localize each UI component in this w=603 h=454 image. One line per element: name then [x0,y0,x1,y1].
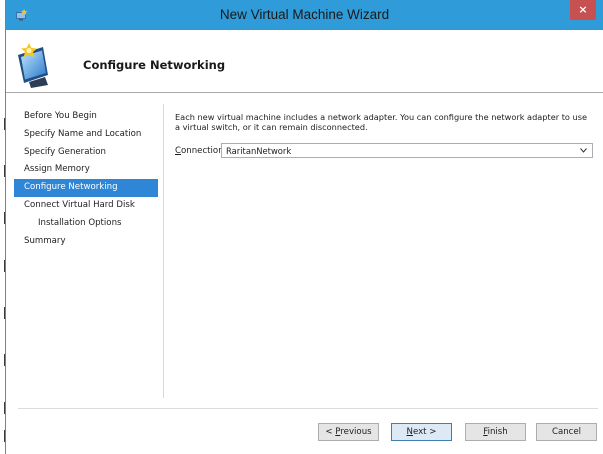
connection-select[interactable]: RaritanNetwork [221,143,593,158]
connection-row: Connection: RaritanNetwork [175,143,593,160]
connection-label: Connection: [175,146,227,156]
chevron-down-icon [580,148,587,153]
wizard-steps-nav: Before You Begin Specify Name and Locati… [14,108,158,250]
window-title: New Virtual Machine Wizard [219,7,390,22]
networking-description: Each new virtual machine includes a netw… [175,112,588,132]
finish-button[interactable]: Finish [465,423,526,441]
close-icon: × [578,3,588,16]
previous-button[interactable]: < Previous [318,423,379,441]
nav-item-specify-generation[interactable]: Specify Generation [14,144,158,162]
wizard-window: New Virtual Machine Wizard × Configure N… [5,0,603,454]
page-title: Configure Networking [83,58,226,72]
finish-label: inish [487,427,508,437]
nav-item-connect-virtual-hard-disk[interactable]: Connect Virtual Hard Disk [14,197,158,215]
wizard-header: Configure Networking [6,30,603,93]
nav-item-before-you-begin[interactable]: Before You Begin [14,108,158,126]
connection-label-text: onnection: [181,146,227,156]
connection-selected-value: RaritanNetwork [226,146,292,156]
cancel-button[interactable]: Cancel [536,423,597,441]
next-label: ext > [412,427,437,437]
networking-panel: Each new virtual machine includes a netw… [175,112,593,158]
next-button[interactable]: Next > [391,423,452,441]
nav-item-summary[interactable]: Summary [14,233,158,251]
nav-item-installation-options[interactable]: Installation Options [14,215,158,233]
footer-separator [18,408,598,409]
nav-item-configure-networking[interactable]: Configure Networking [14,179,158,197]
previous-prefix: < [325,427,336,437]
nav-item-assign-memory[interactable]: Assign Memory [14,161,158,179]
close-button[interactable]: × [570,0,596,20]
title-bar[interactable]: New Virtual Machine Wizard × [6,0,603,30]
nav-divider [163,104,164,398]
nav-item-specify-name-and-location[interactable]: Specify Name and Location [14,126,158,144]
network-wizard-icon [18,43,48,88]
previous-label: revious [340,427,372,437]
